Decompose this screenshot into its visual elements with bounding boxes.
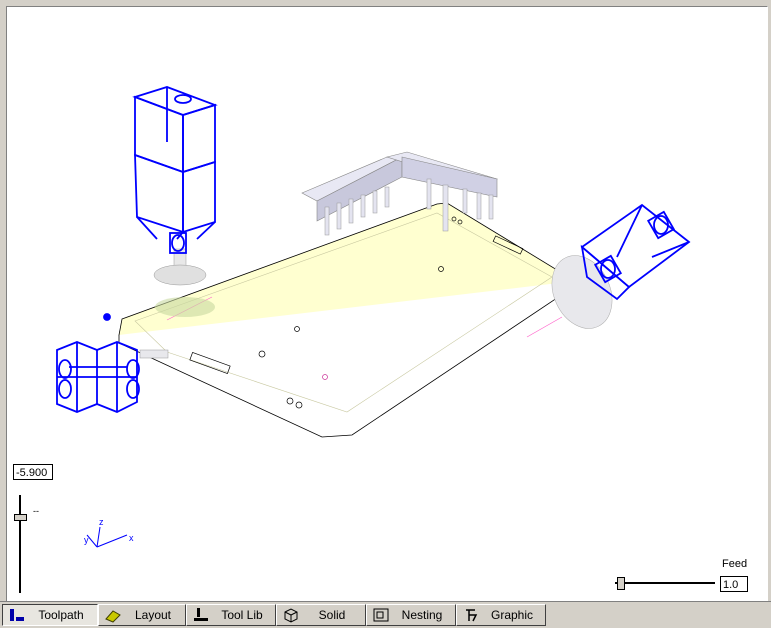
toolpath-icon — [10, 609, 24, 621]
tab-label: Nesting — [401, 608, 443, 622]
tab-label: Solid — [318, 608, 346, 622]
layout-icon — [105, 610, 121, 623]
z-slider-track[interactable] — [19, 495, 22, 593]
solid-icon — [284, 608, 298, 623]
feed-slider-track[interactable] — [615, 582, 715, 584]
svg-text:x: x — [129, 533, 134, 543]
z-slider-thumb[interactable] — [14, 514, 27, 521]
tab-tool-lib[interactable]: Tool Lib — [186, 604, 276, 626]
feed-value-field[interactable]: 1.0 — [720, 576, 748, 592]
z-value-field[interactable]: -5.900 — [13, 464, 53, 480]
tool-lib-icon — [194, 608, 208, 621]
tab-label: Tool Lib — [221, 608, 263, 622]
tab-layout[interactable]: Layout — [98, 604, 186, 626]
axis-indicator: x z y — [84, 517, 134, 548]
svg-text:z: z — [99, 517, 104, 527]
nesting-icon — [373, 608, 389, 622]
svg-text:y: y — [84, 535, 89, 545]
suction-cup-right — [551, 255, 613, 329]
bottom-tab-bar: Toolpath Layout Tool Lib Solid Nesting G… — [0, 601, 771, 628]
tab-label: Toolpath — [38, 608, 84, 622]
feed-label: Feed — [722, 558, 748, 570]
suction-cup-left — [153, 248, 215, 317]
horizontal-spindle — [139, 349, 169, 359]
tab-graphic[interactable]: Graphic — [456, 604, 546, 626]
tab-solid[interactable]: Solid — [276, 604, 366, 626]
tab-toolpath[interactable]: Toolpath — [2, 604, 98, 626]
graphic-icon — [466, 609, 478, 622]
3d-viewport[interactable]: x z y -5.900 -- Feed 1.0 — [6, 6, 768, 602]
z-slider-tick: -- — [33, 506, 39, 516]
tab-nesting[interactable]: Nesting — [366, 604, 456, 626]
machine-scene[interactable]: x z y — [7, 7, 767, 601]
tab-label: Graphic — [490, 608, 534, 622]
wireframe-head-right — [580, 203, 691, 301]
tab-label: Layout — [134, 608, 172, 622]
wireframe-spindle-top — [132, 86, 218, 254]
feed-slider-thumb[interactable] — [617, 577, 625, 590]
